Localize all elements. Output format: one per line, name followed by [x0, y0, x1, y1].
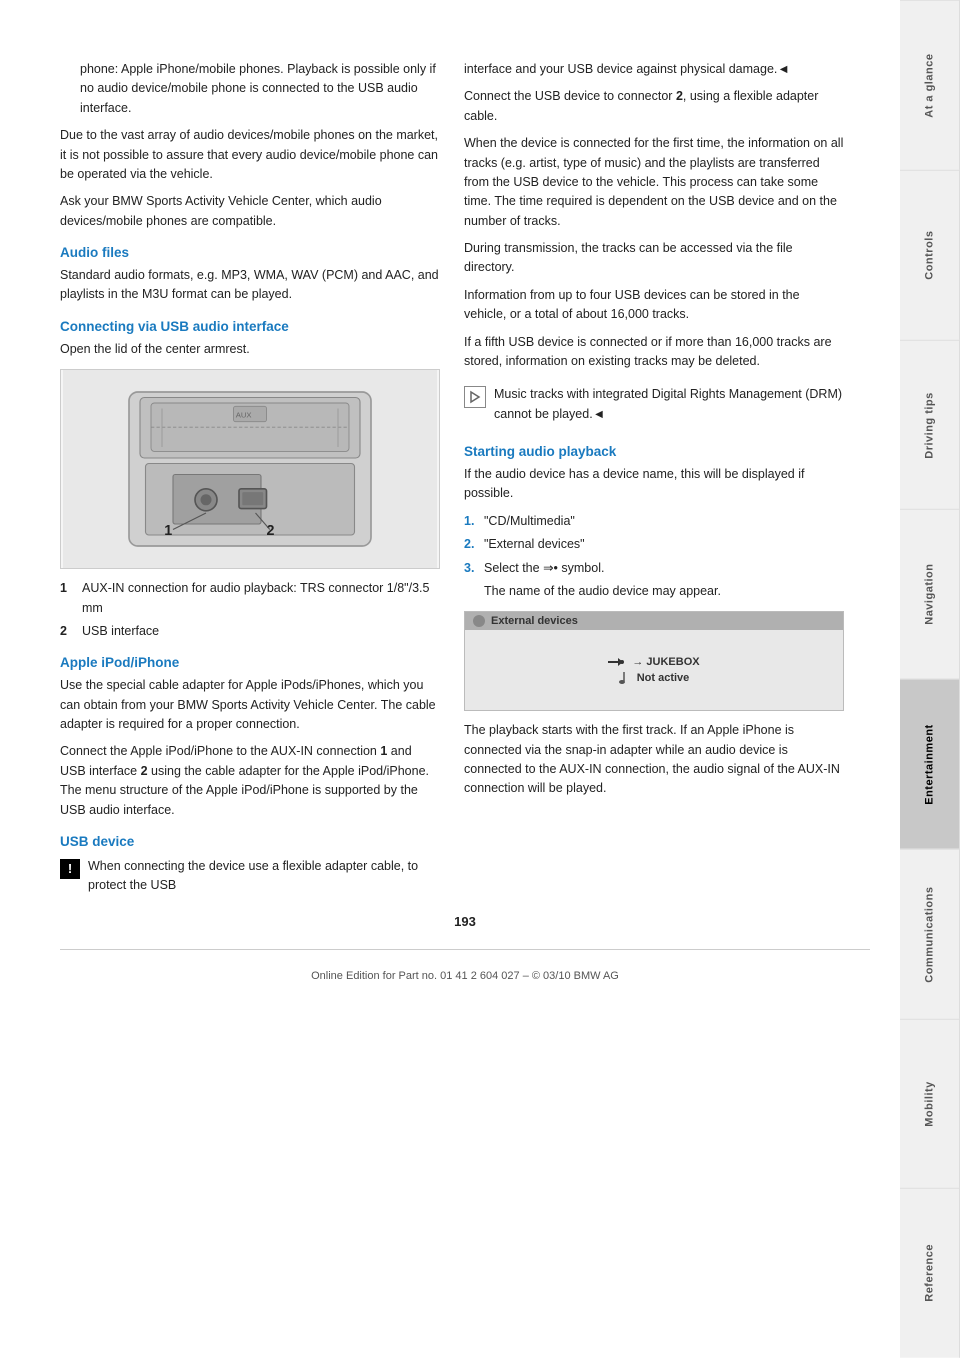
apple-body-2: Connect the Apple iPod/iPhone to the AUX… [60, 742, 440, 820]
item-text-1: "CD/Multimedia" [484, 512, 575, 531]
item-num-2: 2. [464, 535, 478, 554]
usb-heading: Connecting via USB audio interface [60, 319, 440, 334]
playback-body: The playback starts with the first track… [464, 721, 844, 799]
note-text: Music tracks with integrated Digital Rig… [494, 385, 844, 424]
screen-content: → JUKEBOX Not active [465, 630, 843, 710]
note-box: Music tracks with integrated Digital Rig… [464, 379, 844, 430]
right-body-4: During transmission, the tracks can be a… [464, 239, 844, 278]
right-column: interface and your USB device against ph… [464, 60, 844, 904]
label-item-1: 1 AUX-IN connection for audio playback: … [60, 579, 440, 618]
right-body-5: Information from up to four USB devices … [464, 286, 844, 325]
music-note-icon [619, 672, 629, 684]
screen-title-bar: External devices [465, 612, 843, 630]
label-num-1: 1 [60, 579, 74, 618]
sidebar-tab-at-a-glance[interactable]: At a glance [900, 0, 960, 170]
audio-files-body: Standard audio formats, e.g. MP3, WMA, W… [60, 266, 440, 305]
screen-not-active-label: Not active [637, 672, 690, 684]
svg-text:2: 2 [267, 523, 275, 539]
console-svg: 1 2 AUX [61, 370, 439, 568]
usb-device-heading: USB device [60, 834, 440, 849]
label-text-2: USB interface [82, 622, 159, 641]
right-body-6: If a fifth USB device is connected or if… [464, 333, 844, 372]
numbered-item-3: 3. Select the ⇒• symbol. [464, 559, 844, 578]
sidebar-tab-controls[interactable]: Controls [900, 170, 960, 340]
screen-title: External devices [491, 615, 578, 627]
note-triangle-icon [464, 386, 486, 408]
right-sidebar: At a glance Controls Driving tips Naviga… [900, 0, 960, 1358]
item-num-3: 3. [464, 559, 478, 578]
screen-icon [473, 615, 485, 627]
screen-jukebox-row: → JUKEBOX [608, 656, 699, 668]
body-para-1: Due to the vast array of audio devices/m… [60, 126, 440, 184]
sidebar-tab-mobility[interactable]: Mobility [900, 1019, 960, 1189]
item-num-1: 1. [464, 512, 478, 531]
play-icon [468, 390, 482, 404]
right-body-1: interface and your USB device against ph… [464, 60, 844, 79]
left-column: phone: Apple iPhone/mobile phones. Playb… [60, 60, 440, 904]
external-devices-screen: External devices → JUKEBOX [464, 611, 844, 711]
item-text-3b: The name of the audio device may appear. [484, 582, 844, 601]
indented-para: phone: Apple iPhone/mobile phones. Playb… [80, 60, 440, 118]
sidebar-tab-reference[interactable]: Reference [900, 1188, 960, 1358]
warning-text: When connecting the device use a flexibl… [88, 857, 440, 896]
audio-files-heading: Audio files [60, 245, 440, 260]
body-para-2: Ask your BMW Sports Activity Vehicle Cen… [60, 192, 440, 231]
svg-text:1: 1 [164, 523, 172, 539]
svg-text:AUX: AUX [236, 410, 252, 419]
screen-note-row: Not active [619, 672, 690, 684]
label-item-2: 2 USB interface [60, 622, 440, 641]
apple-body-1: Use the special cable adapter for Apple … [60, 676, 440, 734]
right-body-3: When the device is connected for the fir… [464, 134, 844, 231]
jukebox-arrow-icon [608, 656, 624, 668]
item-text-3: Select the ⇒• symbol. [484, 559, 604, 578]
center-console-diagram: 1 2 AUX [60, 369, 440, 569]
screen-jukebox-label: → JUKEBOX [632, 656, 699, 668]
numbered-item-2: 2. "External devices" [464, 535, 844, 554]
apple-heading: Apple iPod/iPhone [60, 655, 440, 670]
page-number: 193 [60, 914, 870, 929]
sidebar-tab-driving-tips[interactable]: Driving tips [900, 340, 960, 510]
starting-body: If the audio device has a device name, t… [464, 465, 844, 504]
label-num-2: 2 [60, 622, 74, 641]
warning-box: ! When connecting the device use a flexi… [60, 857, 440, 896]
page-footer: Online Edition for Part no. 01 41 2 604 … [60, 949, 870, 992]
right-body-2: Connect the USB device to connector 2, u… [464, 87, 844, 126]
main-content: phone: Apple iPhone/mobile phones. Playb… [0, 0, 900, 1358]
label-text-1: AUX-IN connection for audio playback: TR… [82, 579, 440, 618]
sidebar-tab-navigation[interactable]: Navigation [900, 509, 960, 679]
numbered-item-1: 1. "CD/Multimedia" [464, 512, 844, 531]
sidebar-tab-communications[interactable]: Communications [900, 849, 960, 1019]
sidebar-tab-entertainment[interactable]: Entertainment [900, 679, 960, 849]
usb-open-text: Open the lid of the center armrest. [60, 340, 440, 359]
warning-icon: ! [60, 859, 80, 879]
item-text-2: "External devices" [484, 535, 585, 554]
starting-heading: Starting audio playback [464, 444, 844, 459]
